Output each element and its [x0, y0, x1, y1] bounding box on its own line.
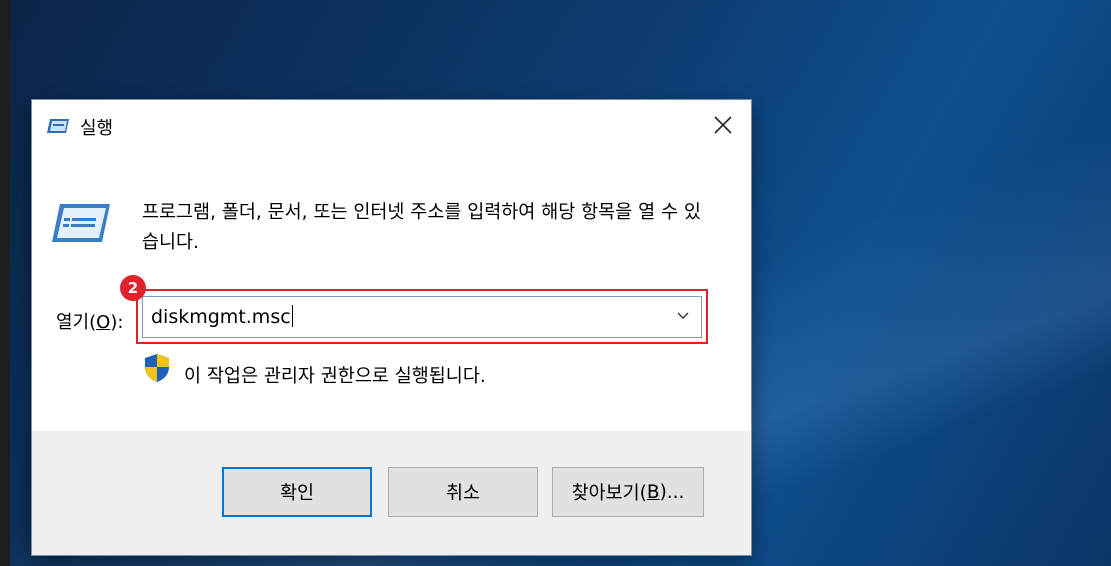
run-dialog: 실행 프로그램, 폴더, 문서, 또는 인터넷 주소를 입력하여 해당 항목을 … [32, 100, 751, 555]
open-label-prefix: 열기( [56, 312, 97, 333]
run-icon [50, 200, 112, 246]
open-label-suffix: ): [110, 312, 124, 333]
close-button[interactable] [695, 100, 751, 154]
window-edge [0, 0, 10, 566]
open-label: 열기(O): [56, 308, 123, 334]
button-bar: 확인 취소 찾아보기(B)... [32, 431, 751, 555]
open-label-accel: O [96, 312, 111, 333]
admin-note: 이 작업은 관리자 권한으로 실행됩니다. [184, 366, 486, 387]
highlight-box [136, 289, 708, 344]
cancel-button[interactable]: 취소 [388, 467, 538, 517]
step-badge: 2 [120, 275, 146, 301]
dialog-title: 실행 [80, 118, 114, 139]
browse-label-prefix: 찾아보기( [571, 483, 647, 504]
close-icon [713, 115, 733, 139]
browse-button[interactable]: 찾아보기(B)... [552, 467, 704, 517]
browse-label-suffix: )... [659, 481, 685, 503]
title-bar: 실행 [32, 100, 751, 154]
browse-label-accel: B [646, 481, 660, 503]
uac-shield-icon [144, 353, 170, 383]
run-icon [46, 117, 70, 135]
ok-button[interactable]: 확인 [222, 467, 372, 517]
description-text: 프로그램, 폴더, 문서, 또는 인터넷 주소를 입력하여 해당 항목을 열 수… [142, 202, 701, 253]
